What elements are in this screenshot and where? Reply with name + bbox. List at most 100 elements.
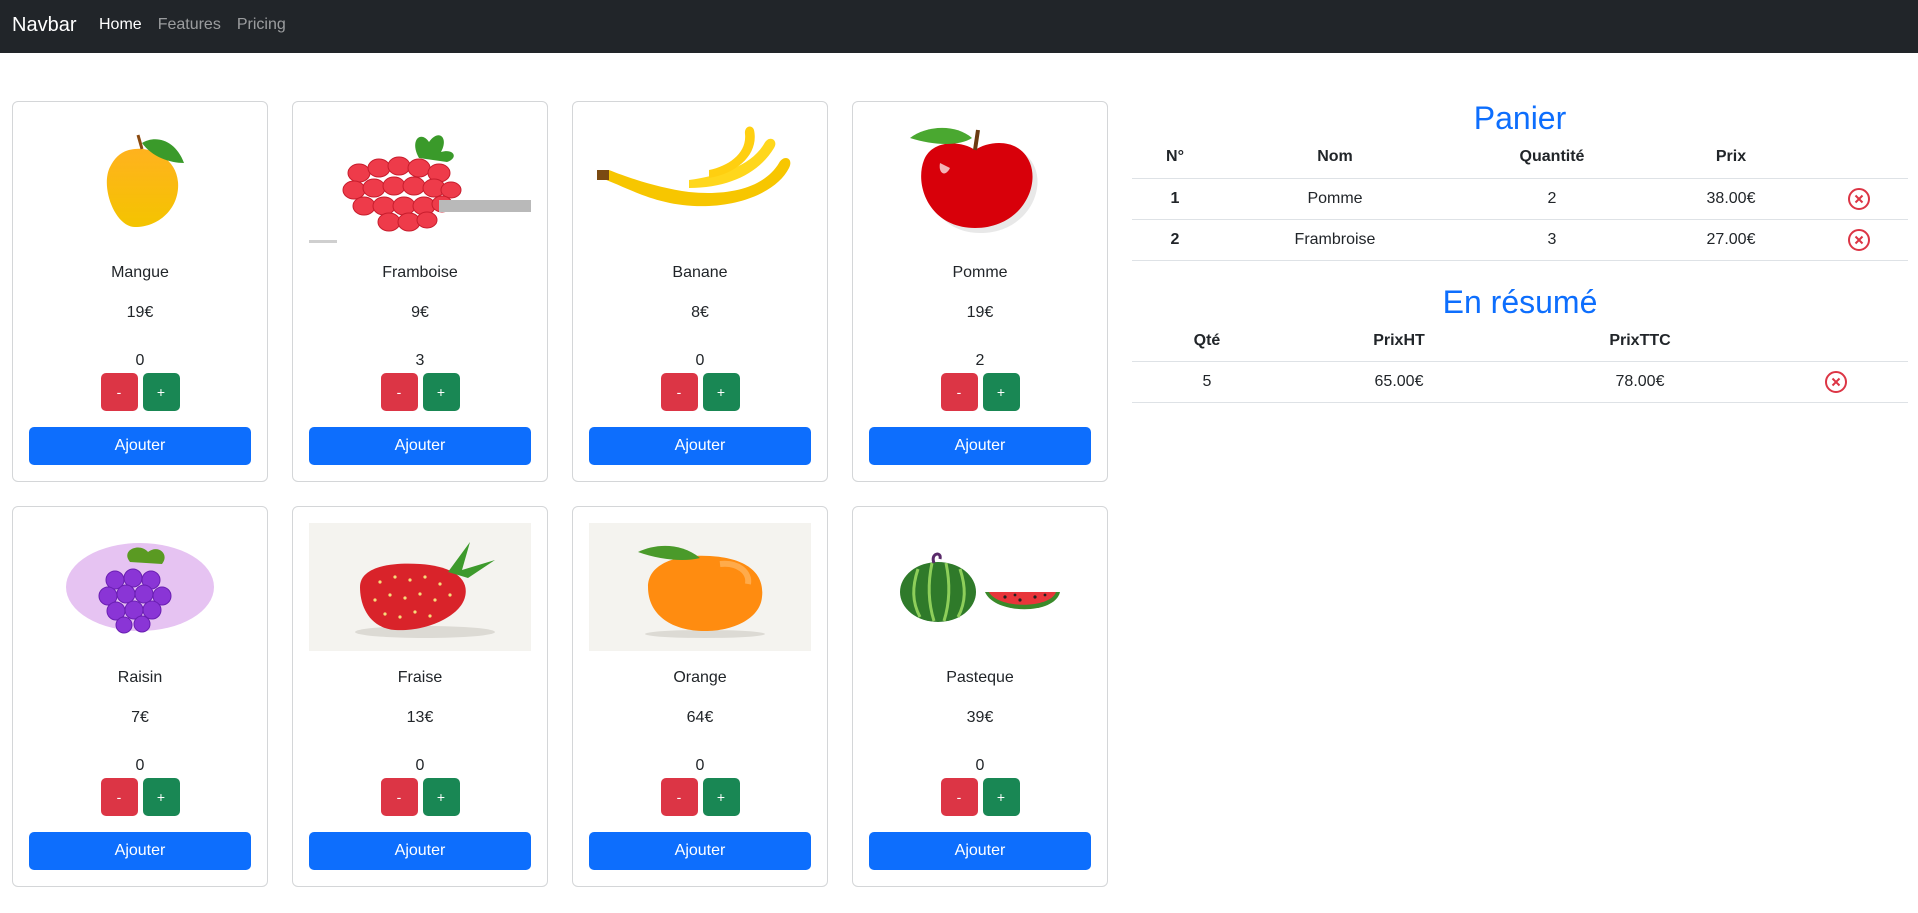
watermelon-icon	[900, 552, 1060, 622]
product-quantity: 0	[975, 757, 985, 774]
column-header-quantity: Quantité	[1452, 137, 1652, 179]
product-price: 19€	[126, 304, 154, 321]
product-name: Orange	[673, 669, 727, 686]
quantity-controls: - +	[13, 373, 267, 411]
row-price: 27.00€	[1652, 219, 1810, 261]
summary-header-row: Qté PrixHT PrixTTC	[1132, 320, 1908, 362]
orange-icon	[638, 545, 765, 638]
product-image	[29, 523, 251, 651]
row-remove-cell	[1810, 219, 1908, 261]
increment-button[interactable]: +	[142, 778, 180, 816]
product-quantity: 3	[415, 352, 425, 369]
product-quantity: 0	[695, 352, 705, 369]
increment-button[interactable]: +	[422, 778, 460, 816]
raspberry-icon	[309, 135, 531, 243]
strawberry-icon	[355, 542, 495, 638]
nav-link-features[interactable]: Features	[158, 16, 221, 34]
add-to-cart-button[interactable]: Ajouter	[309, 832, 531, 870]
add-to-cart-button[interactable]: Ajouter	[29, 427, 251, 465]
product-image	[309, 118, 531, 246]
product-price: 13€	[406, 709, 434, 726]
quantity-controls: - +	[573, 778, 827, 816]
quantity-controls: - +	[853, 373, 1107, 411]
increment-button[interactable]: +	[702, 778, 740, 816]
summary-remove-cell	[1764, 361, 1908, 403]
product-card-fraise: Fraise 13€ 0 - + Ajouter	[292, 506, 548, 887]
cart-title: Panier	[1473, 100, 1567, 136]
product-name: Pasteque	[946, 669, 1014, 686]
table-row: 1 Pomme 2 38.00€	[1132, 178, 1908, 220]
quantity-controls: - +	[573, 373, 827, 411]
nav-link-pricing[interactable]: Pricing	[237, 16, 286, 34]
row-number: 1	[1132, 178, 1218, 220]
add-to-cart-button[interactable]: Ajouter	[589, 832, 811, 870]
decrement-button[interactable]: -	[660, 778, 698, 816]
product-name: Raisin	[117, 669, 163, 686]
remove-item-icon[interactable]	[1847, 187, 1871, 211]
increment-button[interactable]: +	[982, 778, 1020, 816]
quantity-controls: - +	[13, 778, 267, 816]
quantity-controls: - +	[293, 778, 547, 816]
mango-icon	[106, 134, 184, 227]
product-price: 7€	[131, 709, 149, 726]
banana-icon	[597, 126, 791, 207]
add-to-cart-button[interactable]: Ajouter	[869, 832, 1091, 870]
add-to-cart-button[interactable]: Ajouter	[29, 832, 251, 870]
decrement-button[interactable]: -	[100, 778, 138, 816]
quantity-controls: - +	[853, 778, 1107, 816]
decrement-button[interactable]: -	[660, 373, 698, 411]
product-grid: Mangue 19€ 0 - + Ajouter Framboise 9€ 3 …	[12, 101, 1108, 887]
row-number: 2	[1132, 219, 1218, 261]
navbar-brand[interactable]: Navbar	[12, 14, 76, 37]
product-name: Banane	[672, 264, 728, 281]
product-price: 64€	[686, 709, 714, 726]
row-price: 38.00€	[1652, 178, 1810, 220]
product-name: Mangue	[111, 264, 169, 281]
product-name: Fraise	[397, 669, 443, 686]
decrement-button[interactable]: -	[100, 373, 138, 411]
add-to-cart-button[interactable]: Ajouter	[309, 427, 531, 465]
product-quantity: 0	[415, 757, 425, 774]
product-image	[869, 523, 1091, 651]
increment-button[interactable]: +	[142, 373, 180, 411]
row-name: Pomme	[1218, 178, 1452, 220]
summary-title: En résumé	[1442, 283, 1598, 320]
increment-button[interactable]: +	[422, 373, 460, 411]
column-header-price: Prix	[1652, 137, 1810, 179]
add-to-cart-button[interactable]: Ajouter	[869, 427, 1091, 465]
remove-item-icon[interactable]	[1847, 228, 1871, 252]
product-image	[309, 523, 531, 651]
product-card-raisin: Raisin 7€ 0 - + Ajouter	[12, 506, 268, 887]
add-to-cart-button[interactable]: Ajouter	[589, 427, 811, 465]
row-quantity: 2	[1452, 178, 1652, 220]
product-name: Pomme	[952, 264, 1008, 281]
clear-cart-icon[interactable]	[1824, 370, 1848, 394]
product-price: 19€	[966, 304, 994, 321]
product-image	[589, 118, 811, 246]
product-image	[29, 118, 251, 246]
product-name: Framboise	[382, 264, 458, 281]
product-price: 8€	[691, 304, 709, 321]
product-card-pasteque: Pasteque 39€ 0 - + Ajouter	[852, 506, 1108, 887]
decrement-button[interactable]: -	[940, 778, 978, 816]
product-price: 39€	[966, 709, 994, 726]
cart-panel: Panier N° Nom Quantité Prix 1 Pomme 2 38…	[1132, 100, 1908, 403]
product-card-pomme: Pomme 19€ 2 - + Ajouter	[852, 101, 1108, 482]
increment-button[interactable]: +	[982, 373, 1020, 411]
table-row: 5 65.00€ 78.00€	[1132, 361, 1908, 403]
cart-header-row: N° Nom Quantité Prix	[1132, 137, 1908, 179]
product-card-framboise: Framboise 9€ 3 - + Ajouter	[292, 101, 548, 482]
quantity-controls: - +	[293, 373, 547, 411]
decrement-button[interactable]: -	[380, 373, 418, 411]
row-quantity: 3	[1452, 219, 1652, 261]
decrement-button[interactable]: -	[940, 373, 978, 411]
increment-button[interactable]: +	[702, 373, 740, 411]
summary-table: Qté PrixHT PrixTTC 5 65.00€ 78.00€	[1132, 320, 1908, 403]
table-row: 2 Frambroise 3 27.00€	[1132, 219, 1908, 261]
decrement-button[interactable]: -	[380, 778, 418, 816]
product-price: 9€	[411, 304, 429, 321]
nav-link-home[interactable]: Home	[99, 16, 142, 34]
summary-price-ht: 65.00€	[1282, 361, 1516, 403]
product-quantity: 0	[695, 757, 705, 774]
column-header-name: Nom	[1218, 137, 1452, 179]
